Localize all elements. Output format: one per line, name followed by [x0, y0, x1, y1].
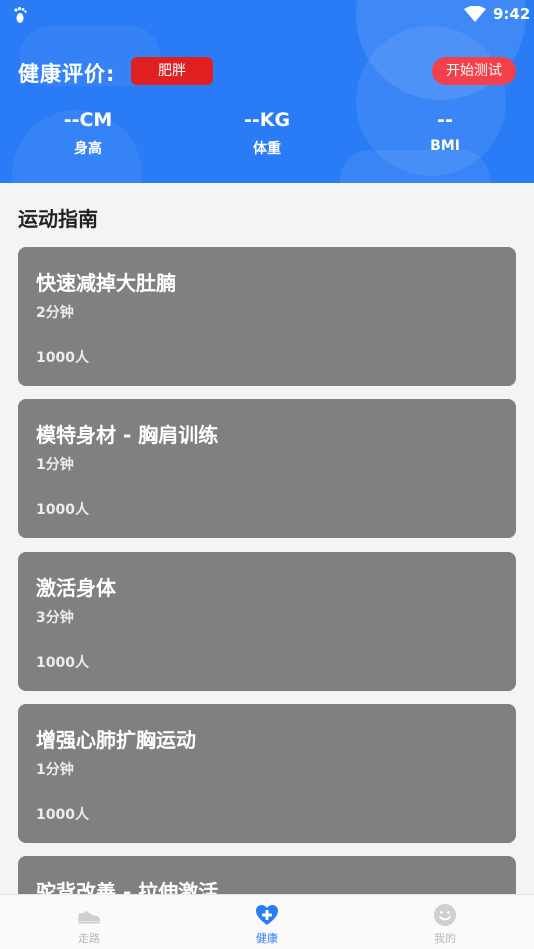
- stat-bmi: -- BMI: [375, 108, 515, 154]
- health-eval-label: 健康评价:: [18, 62, 116, 86]
- card-title: 模特身材 - 胸肩训练: [36, 423, 219, 447]
- section-title: 运动指南: [18, 207, 98, 231]
- footprint-icon: [14, 7, 27, 23]
- exercise-card[interactable]: 激活身体 3分钟 1000人: [18, 552, 516, 691]
- nav-item-walk[interactable]: 走路: [0, 895, 178, 949]
- wifi-icon: [464, 6, 486, 22]
- card-count: 1000人: [36, 655, 89, 671]
- card-count: 1000人: [36, 502, 89, 518]
- card-duration: 3分钟: [36, 610, 74, 626]
- header: 9:42 健康评价: 肥胖 开始测试 --CM 身高 --KG 体重 -- BM…: [0, 0, 534, 183]
- stat-height-label: 身高: [74, 141, 102, 157]
- health-plus-icon: [256, 905, 278, 925]
- smiley-icon: [434, 904, 456, 926]
- nav-item-health[interactable]: 健康: [178, 895, 356, 949]
- card-duration: 1分钟: [36, 457, 74, 473]
- app-screen: 9:42 健康评价: 肥胖 开始测试 --CM 身高 --KG 体重 -- BM…: [0, 0, 534, 949]
- decor-bubble: [340, 150, 490, 183]
- card-title: 快速减掉大肚腩: [36, 271, 176, 295]
- exercise-card[interactable]: 模特身材 - 胸肩训练 1分钟 1000人: [18, 399, 516, 538]
- card-duration: 2分钟: [36, 305, 74, 321]
- shoe-icon: [78, 911, 100, 924]
- stat-bmi-label: BMI: [430, 138, 460, 154]
- health-eval-badge: 肥胖: [131, 57, 213, 85]
- exercise-card[interactable]: 快速减掉大肚腩 2分钟 1000人: [18, 247, 516, 386]
- status-bar: 9:42: [0, 0, 534, 30]
- card-duration: 1分钟: [36, 762, 74, 778]
- card-count: 1000人: [36, 807, 89, 823]
- nav-label-walk: 走路: [78, 932, 100, 945]
- nav-label-health: 健康: [256, 932, 278, 945]
- card-count: 1000人: [36, 350, 89, 366]
- exercise-card[interactable]: 增强心肺扩胸运动 1分钟 1000人: [18, 704, 516, 843]
- card-title: 增强心肺扩胸运动: [36, 728, 196, 752]
- card-title: 激活身体: [36, 576, 116, 600]
- stat-weight-label: 体重: [253, 141, 281, 157]
- stat-height: --CM 身高: [18, 108, 158, 158]
- bottom-nav: 走路 健康 我的: [0, 894, 534, 949]
- stat-bmi-value: --: [437, 109, 453, 131]
- stat-weight: --KG 体重: [197, 108, 337, 158]
- stat-height-value: --CM: [63, 109, 113, 131]
- stat-weight-value: --KG: [243, 109, 291, 131]
- nav-item-mine[interactable]: 我的: [356, 895, 534, 949]
- nav-label-mine: 我的: [434, 932, 456, 945]
- status-time: 9:42: [493, 5, 531, 23]
- start-test-button[interactable]: 开始测试: [432, 57, 516, 85]
